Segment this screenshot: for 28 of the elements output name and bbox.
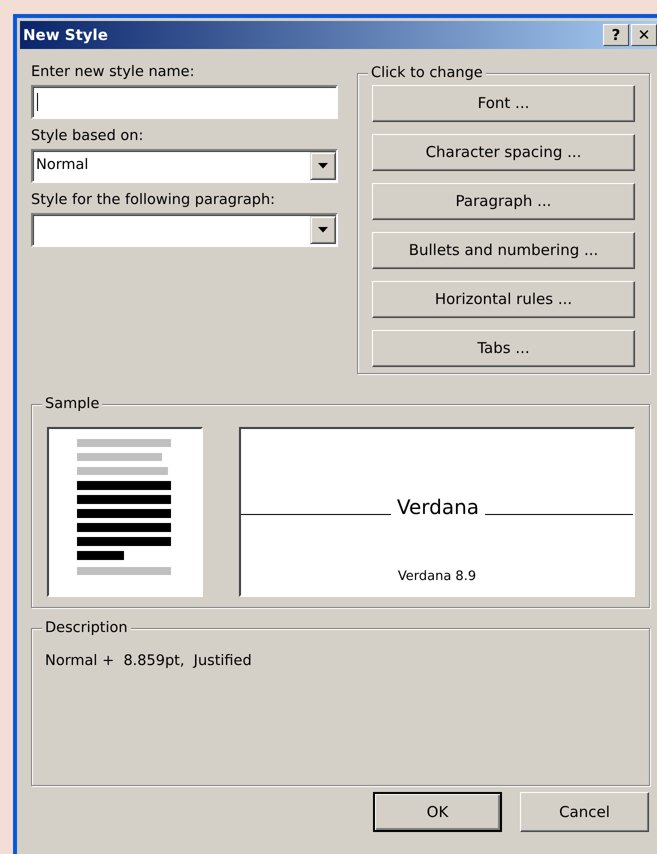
field-label: Style based on:	[31, 127, 144, 145]
option-button[interactable]: Paragraph ...	[372, 183, 635, 220]
style-name-field[interactable]	[31, 85, 338, 119]
dropdown-button[interactable]	[310, 216, 336, 244]
font-caption: Verdana 8.9	[398, 568, 476, 586]
style-based-on-dropdown[interactable]: Normal	[31, 149, 338, 183]
group-title: Click to change	[368, 63, 486, 83]
ok-button[interactable]: OK	[373, 792, 502, 832]
caret-icon	[318, 163, 328, 169]
option-button[interactable]: Bullets and numbering ...	[372, 232, 635, 269]
group-title: Sample	[42, 394, 102, 414]
window-title: New Style	[23, 24, 108, 46]
option-button[interactable]: Character spacing ...	[372, 134, 635, 171]
field-label: Style for the following paragraph:	[31, 191, 276, 209]
option-button[interactable]: Horizontal rules ...	[372, 281, 635, 318]
cancel-button[interactable]: Cancel	[520, 792, 649, 832]
option-button[interactable]: Font ...	[372, 85, 635, 122]
font-sample-text: Verdana	[396, 495, 480, 519]
close-button[interactable]: ✕	[631, 24, 657, 46]
dropdown-value: Normal	[36, 156, 90, 176]
dropdown-button[interactable]	[310, 152, 336, 180]
help-button[interactable]: ?	[603, 24, 629, 46]
following-style-dropdown[interactable]	[31, 213, 338, 247]
description-text: Normal + 8.859pt, Justified	[45, 653, 252, 669]
option-button[interactable]: Tabs ...	[372, 330, 635, 367]
field-label: Enter new style name:	[31, 63, 196, 81]
group-title: Description	[42, 618, 131, 638]
caret-icon	[318, 227, 328, 233]
